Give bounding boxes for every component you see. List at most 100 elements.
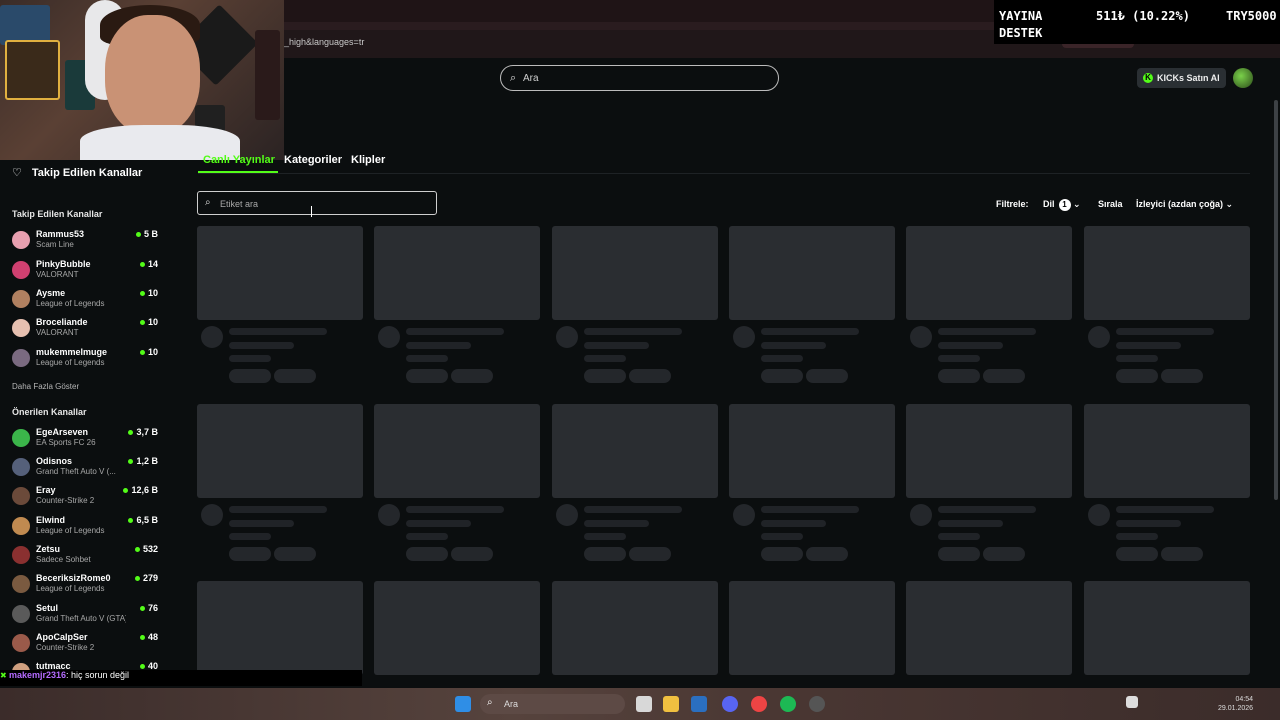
- channel-game: League of Legends: [36, 358, 105, 367]
- chevron-down-icon: ⌄: [1225, 199, 1234, 209]
- channel-name: Rammus53: [36, 229, 85, 239]
- channel-game: League of Legends: [36, 526, 105, 535]
- search-icon: ⌕: [205, 197, 211, 208]
- windows-start-icon[interactable]: [455, 696, 471, 712]
- recommended-channel[interactable]: Eray Counter-Strike 2 12,6 B: [12, 485, 162, 513]
- viewer-count: 279: [135, 573, 158, 583]
- channel-game: Grand Theft Auto V (GTA): [36, 614, 126, 623]
- chat-text: : hiç sorun değil: [65, 670, 130, 680]
- channel-avatar: [12, 634, 30, 652]
- channel-name: Odisnos: [36, 456, 73, 466]
- followed-channel[interactable]: mukemmelmuge League of Legends 10: [12, 347, 162, 375]
- recommended-channel[interactable]: Setul Grand Theft Auto V (GTA) 76: [12, 603, 162, 631]
- spotify-icon[interactable]: [780, 696, 796, 712]
- search-icon: ⌕: [510, 72, 517, 84]
- channel-name: EgeArseven: [36, 427, 89, 437]
- channel-game: EA Sports FC 26: [36, 438, 96, 447]
- stream-card-skeleton[interactable]: [1084, 581, 1250, 687]
- recommended-channel[interactable]: BeceriksizRome0 League of Legends 279: [12, 573, 162, 601]
- followed-section-title: Takip Edilen Kanallar: [12, 209, 103, 219]
- channel-name: mukemmelmuge: [36, 347, 108, 357]
- channel-game: League of Legends: [36, 299, 105, 308]
- sort-dropdown[interactable]: İzleyici (azdan çoğa) ⌄: [1136, 199, 1233, 210]
- recommended-channel[interactable]: Elwind League of Legends 6,5 B: [12, 515, 162, 543]
- channel-name: PinkyBubble: [36, 259, 91, 269]
- channel-avatar: [12, 487, 30, 505]
- tag-search-input[interactable]: ⌕ Etiket ara: [197, 191, 437, 215]
- discord-icon[interactable]: [722, 696, 738, 712]
- chrome-icon[interactable]: [751, 696, 767, 712]
- viewer-count: 5 B: [136, 229, 158, 239]
- file-explorer-icon[interactable]: [663, 696, 679, 712]
- viewer-count: 1,2 B: [128, 456, 158, 466]
- tray-network-icon[interactable]: [1126, 696, 1138, 708]
- recommended-channel[interactable]: EgeArseven EA Sports FC 26 3,7 B: [12, 427, 162, 455]
- recommended-channel[interactable]: Odisnos Grand Theft Auto V (... 1,2 B: [12, 456, 162, 484]
- page-scrollbar[interactable]: [1274, 100, 1278, 500]
- overlay-title-line2: DESTEK: [999, 26, 1043, 40]
- channel-game: Counter-Strike 2: [36, 496, 95, 505]
- url-text[interactable]: _high&languages=tr: [284, 37, 364, 47]
- stream-chat-message: ✖ makemjr2316: hiç sorun değil: [0, 670, 362, 686]
- channel-name: Aysme: [36, 288, 66, 298]
- webcam-overlay: [0, 0, 284, 160]
- task-view-icon[interactable]: [636, 696, 652, 712]
- buy-kicks-button[interactable]: K KICKs Satın Al: [1137, 68, 1226, 88]
- taskbar-search-input[interactable]: ⌕ Ara: [480, 694, 625, 714]
- channel-avatar: [12, 429, 30, 447]
- followed-channel[interactable]: Rammus53 Scam Line 5 B: [12, 229, 162, 257]
- tab-live-streams[interactable]: Canlı Yayınlar: [203, 154, 275, 166]
- tag-search-placeholder: Etiket ara: [220, 199, 259, 209]
- viewer-count: 10: [140, 317, 158, 327]
- viewer-count: 3,7 B: [128, 427, 158, 437]
- stream-card-skeleton[interactable]: [906, 581, 1072, 687]
- show-more-link[interactable]: Daha Fazla Göster: [12, 382, 79, 391]
- stream-card-skeleton[interactable]: [374, 581, 540, 687]
- sort-value: İzleyici (azdan çoğa): [1136, 199, 1224, 209]
- followed-channels-header[interactable]: ♡ Takip Edilen Kanallar: [12, 166, 142, 179]
- tab-clips[interactable]: Klipler: [351, 154, 385, 166]
- followed-channel[interactable]: Broceliande VALORANT 10: [12, 317, 162, 345]
- channel-avatar: [12, 546, 30, 564]
- channel-game: Sadece Sohbet: [36, 555, 91, 564]
- recommended-section-title: Önerilen Kanallar: [12, 407, 87, 417]
- search-icon: ⌕: [487, 697, 493, 708]
- store-icon[interactable]: [691, 696, 707, 712]
- clock[interactable]: 04:54 29.01.2026: [1218, 695, 1253, 713]
- channel-name: Zetsu: [36, 544, 61, 554]
- channel-avatar: [12, 517, 30, 535]
- language-filter-dropdown[interactable]: Dil 1 ⌄: [1043, 199, 1081, 211]
- channel-avatar: [12, 458, 30, 476]
- channel-avatar: [12, 319, 30, 337]
- clock-date: 29.01.2026: [1218, 705, 1254, 712]
- chevron-down-icon: ⌄: [1073, 199, 1081, 209]
- viewer-count: 12,6 B: [123, 485, 158, 495]
- channel-name: BeceriksizRome0: [36, 573, 111, 583]
- recommended-channel[interactable]: Zetsu Sadece Sohbet 532: [12, 544, 162, 572]
- user-avatar[interactable]: [1233, 68, 1253, 88]
- tab-divider: [198, 173, 1250, 174]
- viewer-count: 6,5 B: [128, 515, 158, 525]
- tab-categories[interactable]: Kategoriler: [284, 154, 342, 166]
- obs-icon[interactable]: [809, 696, 825, 712]
- overlay-title-line1: YAYINA: [999, 9, 1043, 23]
- channel-avatar: [12, 575, 30, 593]
- followed-channel[interactable]: Aysme League of Legends 10: [12, 288, 162, 316]
- channel-game: Counter-Strike 2: [36, 643, 95, 652]
- channel-avatar: [12, 605, 30, 623]
- viewer-count: 532: [135, 544, 158, 554]
- viewer-count: 10: [140, 288, 158, 298]
- text-cursor-icon: [311, 206, 315, 217]
- search-placeholder: Ara: [523, 73, 539, 84]
- stream-card-skeleton[interactable]: [729, 581, 895, 687]
- search-input[interactable]: ⌕ Ara: [500, 65, 779, 91]
- kicks-icon: K: [1143, 73, 1153, 83]
- viewer-count: 76: [140, 603, 158, 613]
- recommended-channel[interactable]: ApoCalpSer Counter-Strike 2 48: [12, 632, 162, 660]
- followed-channel[interactable]: PinkyBubble VALORANT 14: [12, 259, 162, 287]
- chat-badge-icon: ✖: [0, 671, 9, 680]
- overlay-progress-value: 511₺ (10.22%): [1096, 9, 1190, 23]
- stream-card-skeleton[interactable]: [552, 581, 718, 687]
- language-count-badge: 1: [1058, 199, 1071, 211]
- channel-game: VALORANT: [36, 328, 79, 337]
